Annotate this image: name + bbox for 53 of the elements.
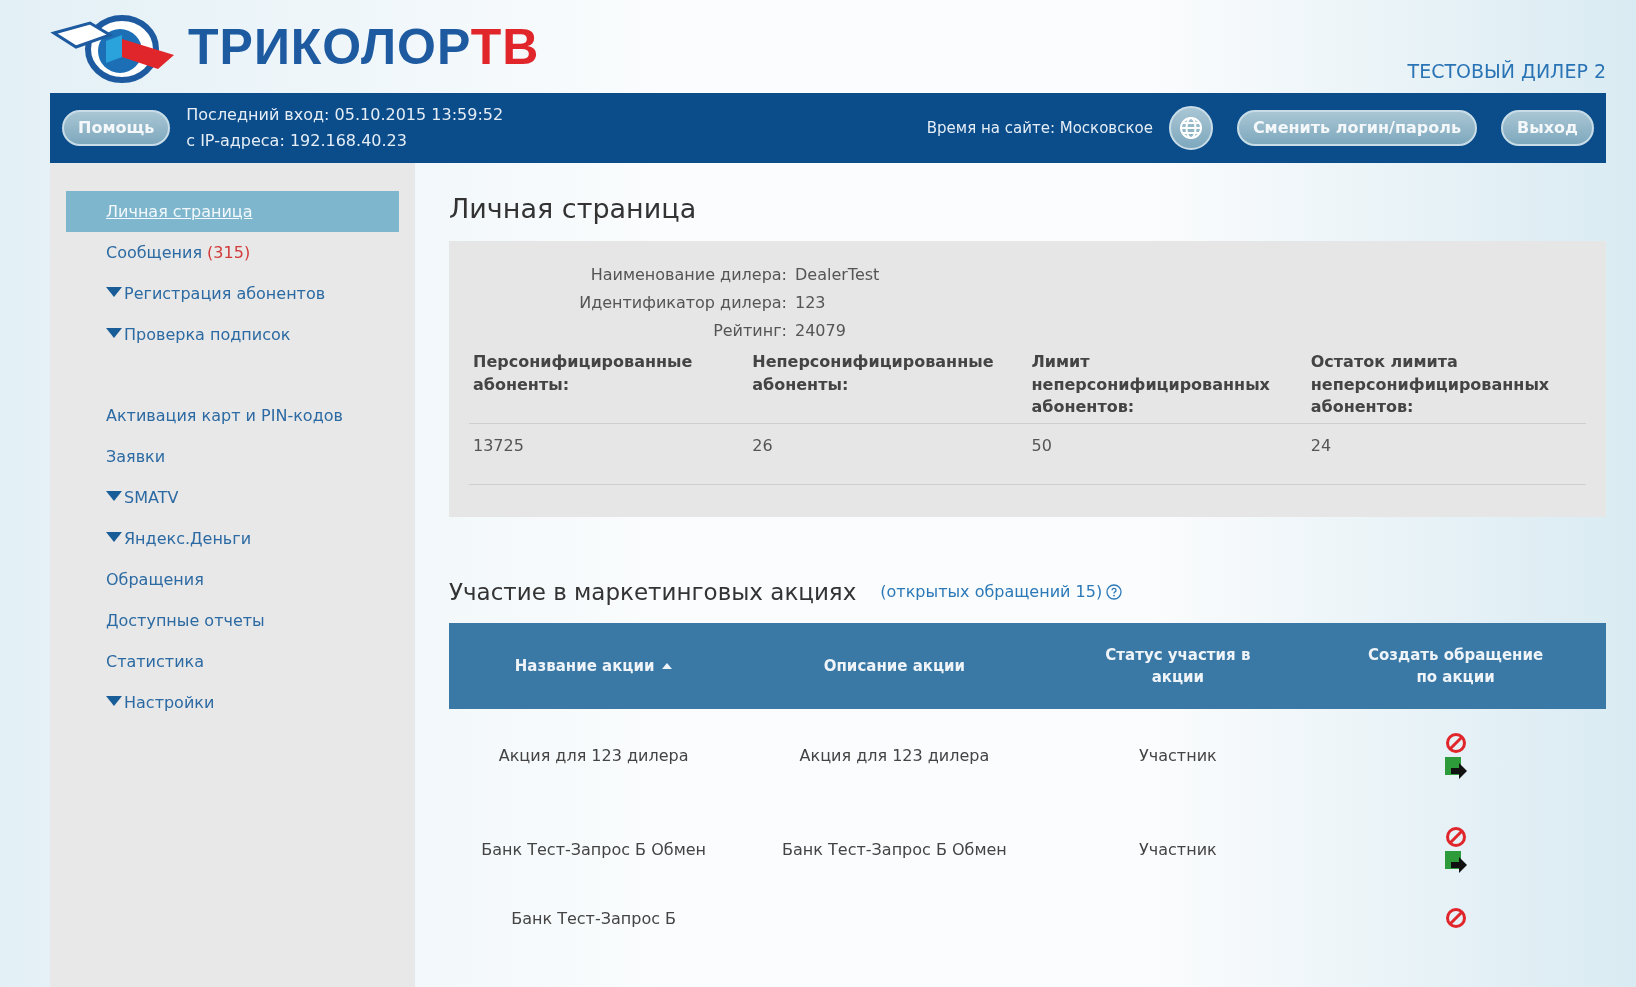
table-cell: 50: [1031, 435, 1052, 455]
globe-icon: [1178, 116, 1203, 140]
logo-text: ТРИКОЛОРТВ: [188, 21, 540, 72]
table-cell: Банк Тест-Запрос Б Обмен: [481, 840, 706, 860]
table-cell: Банк Тест-Запрос Б Обмен: [782, 840, 1007, 860]
time-zone-text: Время на сайте: Московское: [926, 117, 1153, 139]
table-cell: 13725: [473, 435, 524, 455]
block-icon[interactable]: [1444, 732, 1467, 755]
block-icon[interactable]: [1444, 826, 1467, 849]
page-title: Личная страница: [449, 193, 698, 226]
column-header: Описание акции: [823, 655, 966, 677]
table-cell: Акция для 123 дилера: [799, 746, 990, 766]
dealer-name: ТЕСТОВЫЙ ДИЛЕР 2: [1407, 58, 1606, 84]
field-value: 24079: [795, 320, 846, 343]
sidebar-link[interactable]: Настройки: [66, 682, 399, 723]
column-header: Лимит неперсонифицированных абонентов:: [1031, 352, 1270, 417]
sidebar-link[interactable]: SMATV: [66, 477, 399, 518]
table-cell: Банк Тест-Запрос Б: [511, 909, 677, 929]
sidebar-link[interactable]: Регистрация абонентов: [66, 273, 399, 314]
sidebar-link[interactable]: Проверка подписок: [66, 314, 399, 355]
sidebar-link[interactable]: Активация карт и PIN-кодов: [66, 395, 399, 436]
sidebar-link[interactable]: Доступные отчеты: [66, 600, 399, 641]
sidebar-link[interactable]: Заявки: [66, 436, 399, 477]
block-icon[interactable]: [1444, 907, 1467, 930]
sidebar-link[interactable]: Статистика: [66, 641, 399, 682]
last-login-text: Последний вход: 05.10.2015 13:59:52: [186, 104, 504, 127]
column-header: Остаток лимита неперсонифицированных абонентов:: [1310, 352, 1550, 417]
table-cell: 24: [1310, 435, 1332, 455]
column-header: Неперсонифицированные абоненты:: [752, 352, 994, 394]
export-icon[interactable]: [1442, 850, 1469, 875]
open-requests-link[interactable]: (открытых обращений 15): [880, 579, 1103, 604]
field-label: Идентификатор дилера:: [578, 292, 787, 315]
table-cell: Акция для 123 дилера: [498, 746, 689, 766]
sidebar-link[interactable]: Яндекс.Деньги: [66, 518, 399, 559]
field-label: Наименование дилера:: [589, 264, 787, 287]
field-value: 123: [795, 292, 826, 315]
column-header: Создать обращение по акции: [1367, 644, 1545, 689]
field-value: DealerTest: [795, 264, 880, 287]
field-label: Рейтинг:: [712, 320, 787, 343]
globe-button[interactable]: [1168, 106, 1213, 150]
section-title: Участие в маркетинговых акциях: [449, 577, 857, 607]
table-cell: Участник: [1139, 746, 1217, 766]
export-icon[interactable]: [1442, 756, 1469, 781]
sort-arrow-icon[interactable]: [662, 662, 673, 669]
table-cell: 26: [752, 435, 773, 455]
column-header: Персонифицированные абоненты:: [473, 352, 693, 394]
column-header: Статус участия в акции: [1104, 644, 1252, 689]
table-cell: Участник: [1139, 840, 1217, 860]
ip-address-text: с IP-адреса: 192.168.40.23: [186, 130, 408, 152]
help-icon[interactable]: [1106, 583, 1123, 600]
sidebar-link[interactable]: Обращения: [66, 559, 399, 600]
sidebar-link[interactable]: Сообщения (315): [66, 232, 399, 273]
column-header[interactable]: Название акции: [514, 654, 655, 678]
